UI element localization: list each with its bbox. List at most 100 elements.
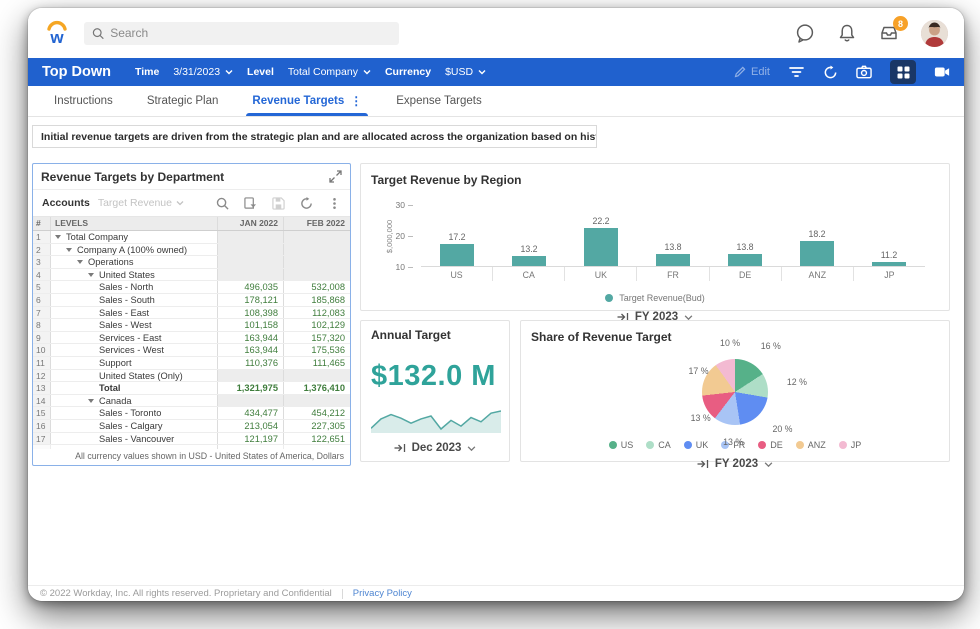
table-row[interactable]: 2 Company A (100% owned) xyxy=(33,243,350,257)
table-row[interactable]: 3 Operations xyxy=(33,256,350,269)
table-row[interactable]: 8 Sales - West 101,158 102,129 xyxy=(33,319,350,332)
cell-jan-2022[interactable]: 434,477 xyxy=(218,407,284,419)
bar-ANZ[interactable]: 18.2 xyxy=(781,205,853,266)
save-icon[interactable] xyxy=(272,196,285,210)
bar-rect[interactable] xyxy=(728,254,762,266)
cell-jan-2022[interactable]: 213,054 xyxy=(218,419,284,432)
table-row[interactable]: 16 Sales - Calgary 213,054 227,305 xyxy=(33,419,350,433)
bar-rect[interactable] xyxy=(872,262,906,266)
cell-jan-2022[interactable] xyxy=(218,369,284,382)
table-row[interactable]: 10 Services - West 163,944 175,536 xyxy=(33,344,350,357)
camera-icon[interactable] xyxy=(856,64,872,80)
notifications-bell-icon[interactable] xyxy=(837,23,857,43)
cell-jan-2022[interactable]: 121,197 xyxy=(218,432,284,445)
cell-feb-2022[interactable] xyxy=(284,394,350,407)
workday-logo-icon[interactable]: w xyxy=(44,19,70,47)
bar-JP[interactable]: 11.2 xyxy=(853,205,925,266)
cell-feb-2022[interactable]: 122,651 xyxy=(284,433,350,445)
sheet-filter-icon[interactable] xyxy=(244,196,257,210)
cell-feb-2022[interactable]: 102,129 xyxy=(284,319,350,331)
apps-grid-icon[interactable] xyxy=(890,60,916,84)
bar-rect[interactable] xyxy=(584,228,618,266)
currency-selector[interactable]: $USD xyxy=(445,66,486,78)
table-row[interactable]: 13 Total 1,321,975 1,376,410 xyxy=(33,382,350,395)
level-selector[interactable]: Total Company xyxy=(288,66,371,78)
table-row[interactable]: 9 Services - East 163,944 157,320 xyxy=(33,331,350,345)
sheet-search-icon[interactable] xyxy=(216,197,229,210)
legend-item-JP[interactable]: JP xyxy=(838,440,861,450)
cell-feb-2022[interactable]: 532,008 xyxy=(284,281,350,293)
cell-jan-2022[interactable]: 101,158 xyxy=(218,319,284,331)
legend-item-CA[interactable]: CA xyxy=(646,440,671,450)
bar-US[interactable]: 17.2 xyxy=(421,205,493,266)
cell-feb-2022[interactable] xyxy=(284,243,350,256)
dimension-dropdown[interactable]: Target Revenue xyxy=(98,197,184,209)
legend-item-DE[interactable]: DE xyxy=(758,440,783,450)
bar-rect[interactable] xyxy=(440,243,474,266)
bar-DE[interactable]: 13.8 xyxy=(709,205,781,266)
bar-rect[interactable] xyxy=(656,254,690,266)
cell-feb-2022[interactable] xyxy=(284,268,350,281)
cell-jan-2022[interactable]: 110,376 xyxy=(218,356,284,369)
cell-jan-2022[interactable]: 1,321,975 xyxy=(218,382,284,394)
sheet-refresh-icon[interactable] xyxy=(300,196,313,210)
cell-jan-2022[interactable] xyxy=(218,231,284,243)
table-row[interactable]: 6 Sales - South 178,121 185,868 xyxy=(33,293,350,307)
table-row[interactable]: 12 United States (Only) xyxy=(33,369,350,383)
cell-jan-2022[interactable]: 163,944 xyxy=(218,344,284,356)
tab-expense-targets[interactable]: Expense Targets xyxy=(396,86,481,116)
table-row[interactable]: 14 Canada xyxy=(33,394,350,408)
user-avatar[interactable] xyxy=(921,19,948,47)
table-row[interactable]: 4 United States xyxy=(33,268,350,282)
cell-feb-2022[interactable]: 157,320 xyxy=(284,332,350,344)
cell-jan-2022[interactable] xyxy=(218,268,284,281)
chat-icon[interactable] xyxy=(795,23,815,43)
video-icon[interactable] xyxy=(934,64,950,80)
bar-UK[interactable]: 22.2 xyxy=(565,205,637,266)
tab-instructions[interactable]: Instructions xyxy=(54,86,113,116)
sheet-kebab-icon[interactable] xyxy=(328,197,341,210)
caret-icon[interactable] xyxy=(77,260,83,265)
table-row[interactable]: 15 Sales - Toronto 434,477 454,212 xyxy=(33,407,350,420)
cell-jan-2022[interactable]: 163,944 xyxy=(218,331,284,344)
legend-item-ANZ[interactable]: ANZ xyxy=(795,440,826,450)
bar-rect[interactable] xyxy=(800,240,834,266)
privacy-policy-link[interactable]: Privacy Policy xyxy=(353,588,412,599)
global-search[interactable] xyxy=(84,21,399,45)
cell-feb-2022[interactable]: 112,083 xyxy=(284,307,350,319)
cell-feb-2022[interactable] xyxy=(284,256,350,268)
tab-strategic-plan[interactable]: Strategic Plan xyxy=(147,86,219,116)
table-row[interactable]: 7 Sales - East 108,398 112,083 xyxy=(33,306,350,320)
cell-feb-2022[interactable] xyxy=(284,231,350,243)
cell-jan-2022[interactable] xyxy=(218,243,284,256)
table-row[interactable]: 11 Support 110,376 111,465 xyxy=(33,356,350,370)
caret-icon[interactable] xyxy=(88,398,94,403)
annual-period-selector[interactable]: Dec 2023 xyxy=(371,442,499,454)
cell-feb-2022[interactable]: 111,465 xyxy=(284,357,350,369)
cell-feb-2022[interactable]: 227,305 xyxy=(284,420,350,432)
cell-feb-2022[interactable]: 185,868 xyxy=(284,294,350,306)
caret-icon[interactable] xyxy=(66,247,72,252)
expand-panel-icon[interactable] xyxy=(329,170,342,183)
time-selector[interactable]: 3/31/2023 xyxy=(173,66,233,78)
cell-jan-2022[interactable] xyxy=(218,256,284,268)
cell-jan-2022[interactable]: 108,398 xyxy=(218,306,284,319)
cell-feb-2022[interactable]: 454,212 xyxy=(284,407,350,419)
search-input[interactable] xyxy=(110,26,391,40)
bar-FR[interactable]: 13.8 xyxy=(637,205,709,266)
table-row[interactable]: 5 Sales - North 496,035 532,008 xyxy=(33,281,350,294)
caret-icon[interactable] xyxy=(55,235,61,239)
cell-jan-2022[interactable]: 178,121 xyxy=(218,293,284,306)
legend-item-UK[interactable]: UK xyxy=(683,440,708,450)
bar-rect[interactable] xyxy=(512,256,546,266)
cell-feb-2022[interactable]: 175,536 xyxy=(284,344,350,356)
bar-CA[interactable]: 13.2 xyxy=(493,205,565,266)
inbox-icon[interactable]: 8 xyxy=(879,16,908,43)
legend-item-US[interactable]: US xyxy=(608,440,633,450)
tab-revenue-targets[interactable]: Revenue Targets ⋮ xyxy=(246,86,369,116)
filter-icon[interactable] xyxy=(788,64,804,80)
share-period-selector[interactable]: FY 2023 xyxy=(531,458,939,470)
cell-jan-2022[interactable] xyxy=(218,394,284,407)
cell-feb-2022[interactable] xyxy=(284,369,350,382)
cell-feb-2022[interactable]: 1,376,410 xyxy=(284,382,350,394)
